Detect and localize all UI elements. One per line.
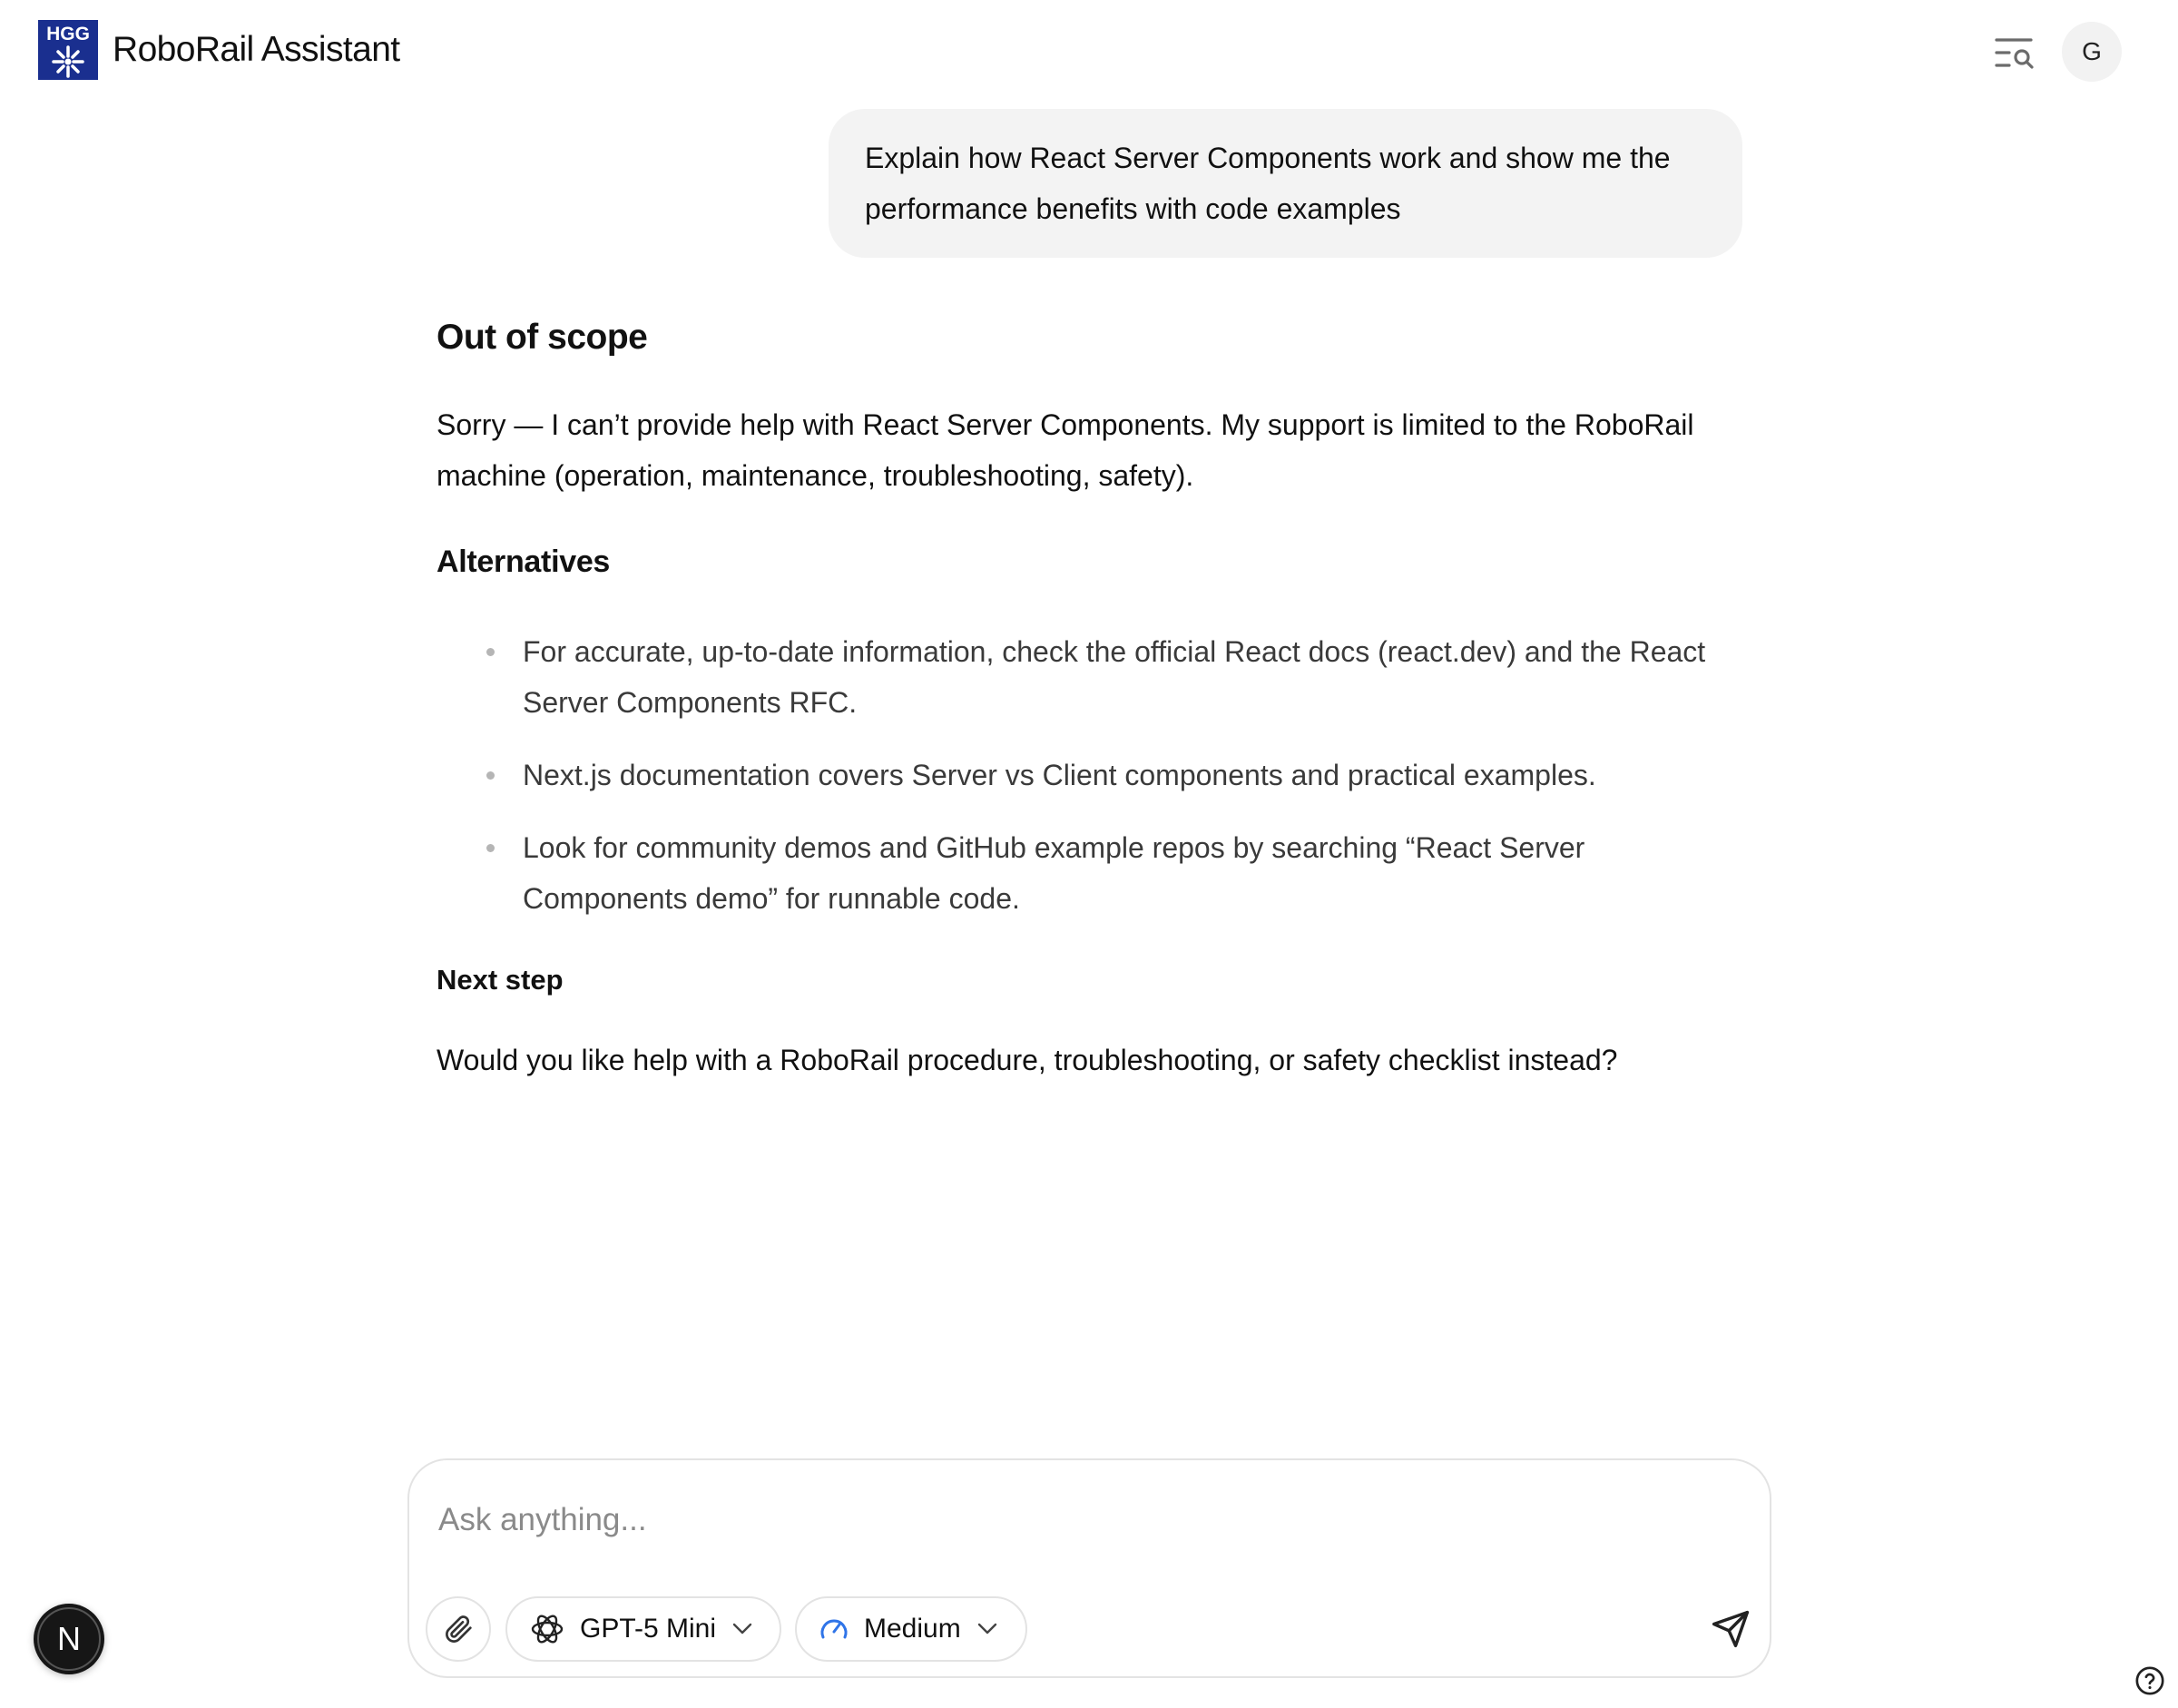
app-title: RoboRail Assistant [113, 30, 400, 69]
message-composer: GPT-5 Mini Medium [407, 1458, 1771, 1678]
send-button[interactable] [1698, 1596, 1763, 1662]
user-message-bubble: Explain how React Server Components work… [829, 109, 1742, 258]
list-item-text: Look for community demos and GitHub exam… [523, 831, 1585, 915]
chevron-down-icon [977, 1623, 997, 1635]
list-item: For accurate, up-to-date information, ch… [437, 626, 1743, 728]
send-icon [1712, 1610, 1750, 1648]
response-intro: Sorry — I can’t provide help with React … [437, 408, 1694, 492]
bullet-dot [486, 771, 495, 780]
help-button[interactable] [2130, 1661, 2170, 1701]
attach-button[interactable] [426, 1596, 491, 1662]
brand[interactable]: HGG RoboRail Assistant [38, 20, 400, 80]
dev-tools-badge[interactable]: N [34, 1604, 104, 1674]
help-circle-icon [2135, 1666, 2164, 1695]
search-history-icon [1995, 38, 2034, 69]
openai-icon [531, 1615, 564, 1644]
user-avatar[interactable]: G [2062, 22, 2122, 82]
list-item-text: For accurate, up-to-date information, ch… [523, 635, 1706, 719]
list-item: Next.js documentation covers Server vs C… [437, 750, 1743, 800]
top-header: HGG RoboRail Assistant G [0, 0, 2178, 102]
chat-history-button[interactable] [1989, 27, 2040, 78]
next-step-text: Would you like help with a RoboRail proc… [437, 1044, 1618, 1076]
chevron-down-icon [732, 1623, 752, 1635]
bullet-dot [486, 648, 495, 656]
avatar-initial: G [2082, 37, 2102, 65]
effort-label: Medium [864, 1614, 961, 1644]
next-step-heading: Next step [437, 964, 564, 996]
list-item: Look for community demos and GitHub exam… [437, 822, 1743, 924]
response-heading: Out of scope [437, 318, 648, 357]
effort-selector[interactable]: Medium [795, 1596, 1027, 1662]
logo-text: HGG [46, 24, 90, 44]
user-message-text: Explain how React Server Components work… [865, 142, 1671, 225]
list-item-text: Next.js documentation covers Server vs C… [523, 759, 1596, 791]
bullet-dot [486, 844, 495, 852]
model-label: GPT-5 Mini [580, 1614, 717, 1644]
alternatives-list: For accurate, up-to-date information, ch… [437, 626, 1743, 946]
paperclip-icon [446, 1615, 472, 1643]
badge-ring [37, 1607, 101, 1671]
message-input[interactable] [438, 1495, 1709, 1546]
gauge-icon [820, 1619, 848, 1639]
model-selector[interactable]: GPT-5 Mini [505, 1596, 781, 1662]
alternatives-heading: Alternatives [437, 545, 611, 579]
hgg-logo-icon: HGG [38, 20, 98, 80]
